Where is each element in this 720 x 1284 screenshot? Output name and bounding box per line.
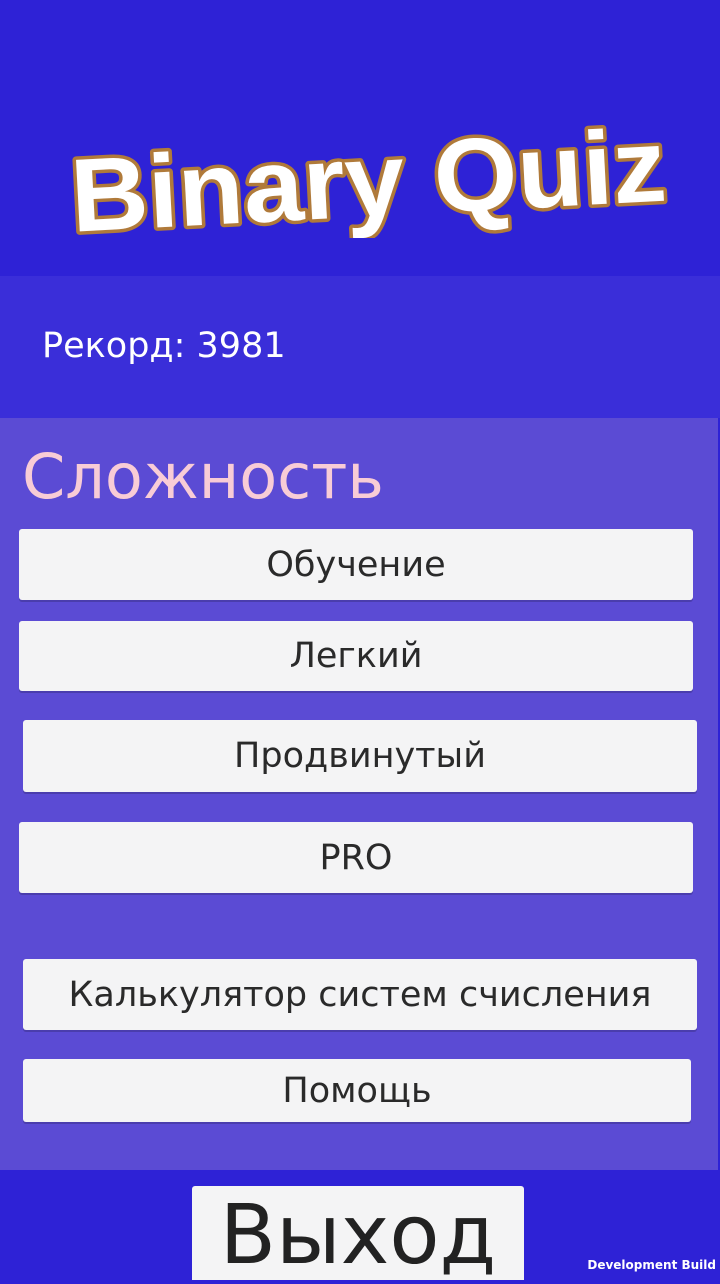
exit-button[interactable]: Выход (192, 1186, 524, 1283)
number-system-calculator-button[interactable]: Калькулятор систем счисления (23, 959, 697, 1030)
pro-mode-button[interactable]: PRO (19, 822, 693, 893)
app-logo-text: Binary Quiz (68, 108, 669, 238)
development-build-watermark: Development Build (587, 1258, 716, 1272)
app-logo: Binary Quiz (62, 108, 682, 238)
main-menu-screen: Binary Quiz Рекорд: 3981 Сложность Обуче… (0, 0, 720, 1283)
learning-mode-button[interactable]: Обучение (19, 529, 693, 600)
easy-mode-button[interactable]: Легкий (19, 621, 693, 691)
difficulty-title: Сложность (22, 440, 384, 513)
advanced-mode-button[interactable]: Продвинутый (23, 720, 697, 792)
help-button[interactable]: Помощь (23, 1059, 691, 1122)
record-label: Рекорд: 3981 (42, 326, 286, 366)
